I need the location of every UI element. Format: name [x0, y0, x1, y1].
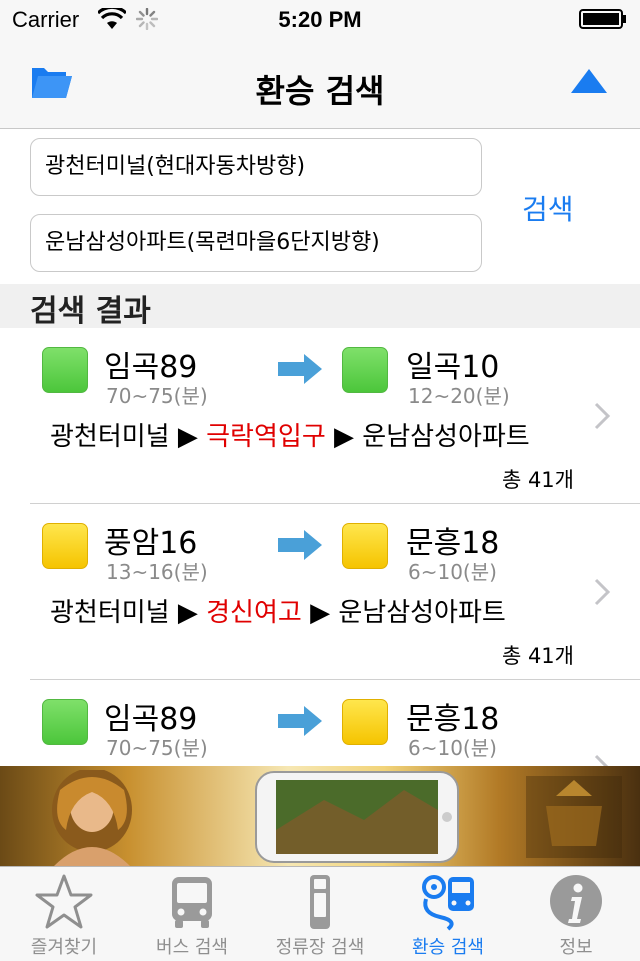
tab-info[interactable]: 정보 — [512, 867, 640, 961]
result-count: 총 41개 — [501, 468, 574, 492]
search-button[interactable]: 검색 — [522, 188, 574, 228]
ad-banner[interactable] — [0, 766, 640, 866]
bus-color-square — [342, 347, 388, 393]
ad-phone-image — [255, 771, 459, 863]
second-bus-time: 6~10(분) — [408, 736, 497, 760]
arrow-right-icon — [278, 530, 322, 560]
bus-color-square — [42, 699, 88, 745]
tab-bus-search[interactable]: 버스 검색 — [128, 867, 256, 961]
clock-label: 5:20 PM — [278, 7, 362, 32]
tab-transfer-search[interactable]: 환승 검색 — [384, 867, 512, 961]
bus-color-square — [42, 347, 88, 393]
chevron-right-icon — [594, 578, 611, 606]
route-transfer: 경신여고 — [206, 598, 302, 628]
battery-icon — [579, 9, 626, 29]
second-bus-time: 12~20(분) — [408, 384, 510, 408]
second-bus-time: 6~10(분) — [408, 560, 497, 584]
section-title: 검색 결과 — [30, 294, 151, 329]
route-transfer: 극락역입구 — [206, 422, 326, 452]
bus-color-square — [342, 523, 388, 569]
departure-input[interactable]: 광천터미널(현대자동차방향) — [30, 138, 482, 196]
navigation-bar: 환승 검색 — [0, 40, 640, 129]
route-start: 광천터미널 — [50, 598, 170, 628]
route-end: 운남삼성아파트 — [338, 598, 506, 628]
info-icon — [550, 875, 602, 927]
tab-stop-search[interactable]: 정류장 검색 — [256, 867, 384, 961]
bus-stop-icon — [310, 875, 330, 929]
results-section-header: 검색 결과 — [0, 284, 640, 329]
destination-input[interactable]: 운남삼성아파트(목련마을6단지방향) — [30, 214, 482, 272]
triangle-up-icon[interactable] — [570, 68, 608, 94]
tab-label: 버스 검색 — [156, 937, 228, 958]
arrow-right-icon — [278, 706, 322, 736]
bus-color-square — [42, 523, 88, 569]
route-path: 광천터미널 ▶ 경신여고 ▶ 운남삼성아파트 — [50, 598, 506, 628]
bus-icon — [172, 877, 212, 928]
status-bar: Carrier 5:20 PM — [0, 0, 640, 40]
star-icon — [35, 874, 93, 929]
result-count: 총 41개 — [501, 644, 574, 668]
transfer-icon — [422, 875, 474, 931]
ad-character-image — [52, 770, 132, 866]
route-start: 광천터미널 — [50, 422, 170, 452]
arrow-right-icon — [278, 354, 322, 384]
first-bus-time: 13~16(분) — [106, 560, 208, 584]
route-end: 운남삼성아파트 — [362, 422, 530, 452]
result-row[interactable]: 풍암16 13~16(분) 문흥18 6~10(분) 광천터미널 ▶ 경신여고 … — [0, 504, 640, 680]
first-bus-time: 70~75(분) — [106, 736, 208, 760]
tab-label: 정보 — [559, 937, 593, 958]
first-bus-time: 70~75(분) — [106, 384, 208, 408]
tab-label: 정류장 검색 — [275, 937, 365, 958]
route-path: 광천터미널 ▶ 극락역입구 ▶ 운남삼성아파트 — [50, 422, 530, 452]
tab-favorites[interactable]: 즐겨찾기 — [0, 867, 128, 961]
tab-label: 즐겨찾기 — [30, 937, 98, 958]
chevron-right-icon — [594, 402, 611, 430]
bus-color-square — [342, 699, 388, 745]
tab-label: 환승 검색 — [412, 937, 484, 958]
result-row[interactable]: 임곡89 70~75(분) 일곡10 12~20(분) 광천터미널 ▶ 극락역입… — [0, 328, 640, 504]
tab-bar: 즐겨찾기 버스 검색 정류장 검색 환승 검색 정보 — [0, 866, 640, 961]
page-title: 환승 검색 — [255, 72, 385, 110]
game-of-war-logo — [526, 776, 622, 858]
